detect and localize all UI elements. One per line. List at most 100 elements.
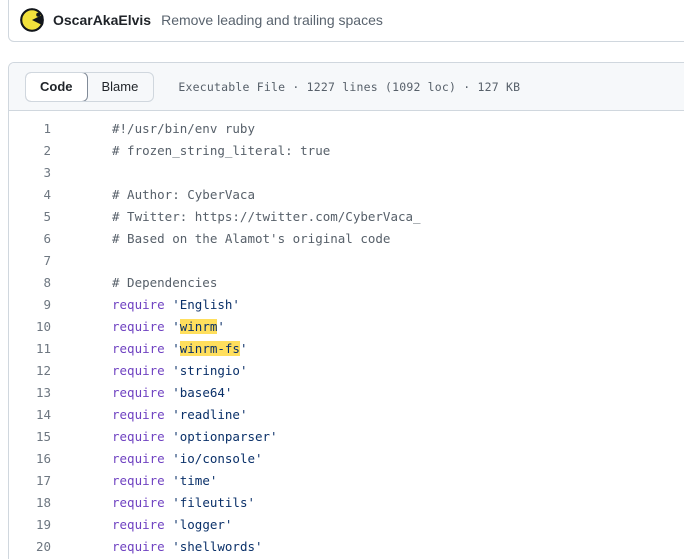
line-number[interactable]: 12 [9, 360, 51, 382]
line-number[interactable]: 16 [9, 448, 51, 470]
code-token: 'logger' [172, 517, 232, 532]
line-number[interactable]: 9 [9, 294, 51, 316]
line-number[interactable]: 15 [9, 426, 51, 448]
code-token: require [112, 341, 165, 356]
code-token: require [112, 451, 165, 466]
code-line: 10 require 'winrm' [9, 316, 684, 338]
line-content: require 'optionparser' [112, 426, 278, 448]
code-line: 17 require 'time' [9, 470, 684, 492]
line-number[interactable]: 14 [9, 404, 51, 426]
code-token: 'readline' [172, 407, 247, 422]
code-line: 11 require 'winrm-fs' [9, 338, 684, 360]
line-number[interactable]: 6 [9, 228, 51, 250]
code-token: # Dependencies [112, 275, 217, 290]
code-line: 15 require 'optionparser' [9, 426, 684, 448]
author-avatar-pacman-icon[interactable] [20, 8, 44, 32]
commit-message-link[interactable]: Remove leading and trailing spaces [161, 12, 383, 28]
line-number[interactable]: 3 [9, 162, 51, 184]
tab-blame[interactable]: Blame [87, 73, 154, 101]
line-number[interactable]: 1 [9, 118, 51, 140]
file-toolbar: Code Blame Executable File · 1227 lines … [9, 63, 684, 111]
code-token: ' [172, 319, 180, 334]
code-token: # Twitter: https://twitter.com/CyberVaca… [112, 209, 421, 224]
line-number[interactable]: 5 [9, 206, 51, 228]
code-line: 5 # Twitter: https://twitter.com/CyberVac… [9, 206, 684, 228]
line-number[interactable]: 11 [9, 338, 51, 360]
line-number[interactable]: 7 [9, 250, 51, 272]
code-token: 'time' [172, 473, 217, 488]
code-token: 'optionparser' [172, 429, 277, 444]
line-content: require 'shellwords' [112, 536, 263, 558]
code-token: #!/usr/bin/env ruby [112, 121, 255, 136]
line-content: require 'base64' [112, 382, 232, 404]
line-number[interactable]: 17 [9, 470, 51, 492]
code-line: 1 #!/usr/bin/env ruby [9, 118, 684, 140]
code-line: 9 require 'English' [9, 294, 684, 316]
tab-code[interactable]: Code [25, 72, 88, 102]
line-content: require 'io/console' [112, 448, 263, 470]
code-token: ' [217, 319, 225, 334]
file-view-panel: Code Blame Executable File · 1227 lines … [8, 62, 684, 559]
code-token: require [112, 429, 165, 444]
line-content: require 'English' [112, 294, 240, 316]
code-token: require [112, 517, 165, 532]
line-number[interactable]: 13 [9, 382, 51, 404]
code-line: 19 require 'logger' [9, 514, 684, 536]
line-number[interactable]: 8 [9, 272, 51, 294]
line-content: require 'readline' [112, 404, 247, 426]
line-content: # Twitter: https://twitter.com/CyberVaca… [112, 206, 421, 228]
code-line: 16 require 'io/console' [9, 448, 684, 470]
line-content: require 'logger' [112, 514, 232, 536]
line-number[interactable]: 10 [9, 316, 51, 338]
code-token: require [112, 495, 165, 510]
code-line: 7 [9, 250, 684, 272]
code-line: 4 # Author: CyberVaca [9, 184, 684, 206]
code-token: require [112, 539, 165, 554]
code-line: 8 # Dependencies [9, 272, 684, 294]
code-token: require [112, 363, 165, 378]
code-token: require [112, 297, 165, 312]
code-line: 13 require 'base64' [9, 382, 684, 404]
code-token: ' [240, 341, 248, 356]
code-token: # frozen_string_literal: true [112, 143, 330, 158]
line-number[interactable]: 4 [9, 184, 51, 206]
line-content: require 'winrm-fs' [112, 338, 248, 360]
line-content: # frozen_string_literal: true [112, 140, 330, 162]
file-metadata-text: Executable File · 1227 lines (1092 loc) … [178, 80, 520, 94]
line-content: # Author: CyberVaca [112, 184, 255, 206]
line-content: # Dependencies [112, 272, 217, 294]
commit-author-link[interactable]: OscarAkaElvis [53, 12, 151, 28]
line-content: # Based on the Alamot's original code [112, 228, 390, 250]
code-line: 3 [9, 162, 684, 184]
code-token: require [112, 385, 165, 400]
code-token: 'fileutils' [172, 495, 255, 510]
code-token: ' [172, 341, 180, 356]
code-token: 'io/console' [172, 451, 262, 466]
line-number[interactable]: 2 [9, 140, 51, 162]
code-line: 18 require 'fileutils' [9, 492, 684, 514]
line-content: require 'stringio' [112, 360, 247, 382]
line-content: #!/usr/bin/env ruby [112, 118, 255, 140]
code-token: 'shellwords' [172, 539, 262, 554]
line-number[interactable]: 19 [9, 514, 51, 536]
code-listing: 1 #!/usr/bin/env ruby 2 # frozen_string_lit… [9, 111, 684, 558]
code-blame-segmented-control: Code Blame [25, 72, 154, 102]
code-line: 14 require 'readline' [9, 404, 684, 426]
line-number[interactable]: 18 [9, 492, 51, 514]
code-token: 'English' [172, 297, 240, 312]
code-token: require [112, 407, 165, 422]
code-line: 2 # frozen_string_literal: true [9, 140, 684, 162]
code-line: 12 require 'stringio' [9, 360, 684, 382]
line-number[interactable]: 20 [9, 536, 51, 558]
code-line: 20 require 'shellwords' [9, 536, 684, 558]
code-token: require [112, 319, 165, 334]
code-line: 6 # Based on the Alamot's original code [9, 228, 684, 250]
code-token: winrm-fs [180, 341, 240, 356]
line-content: require 'time' [112, 470, 217, 492]
code-token: # Based on the Alamot's original code [112, 231, 390, 246]
latest-commit-bar: OscarAkaElvis Remove leading and trailin… [8, 0, 684, 42]
code-token: require [112, 473, 165, 488]
commit-info: OscarAkaElvis Remove leading and trailin… [9, 0, 383, 41]
code-token: 'stringio' [172, 363, 247, 378]
code-token: winrm [180, 319, 218, 334]
